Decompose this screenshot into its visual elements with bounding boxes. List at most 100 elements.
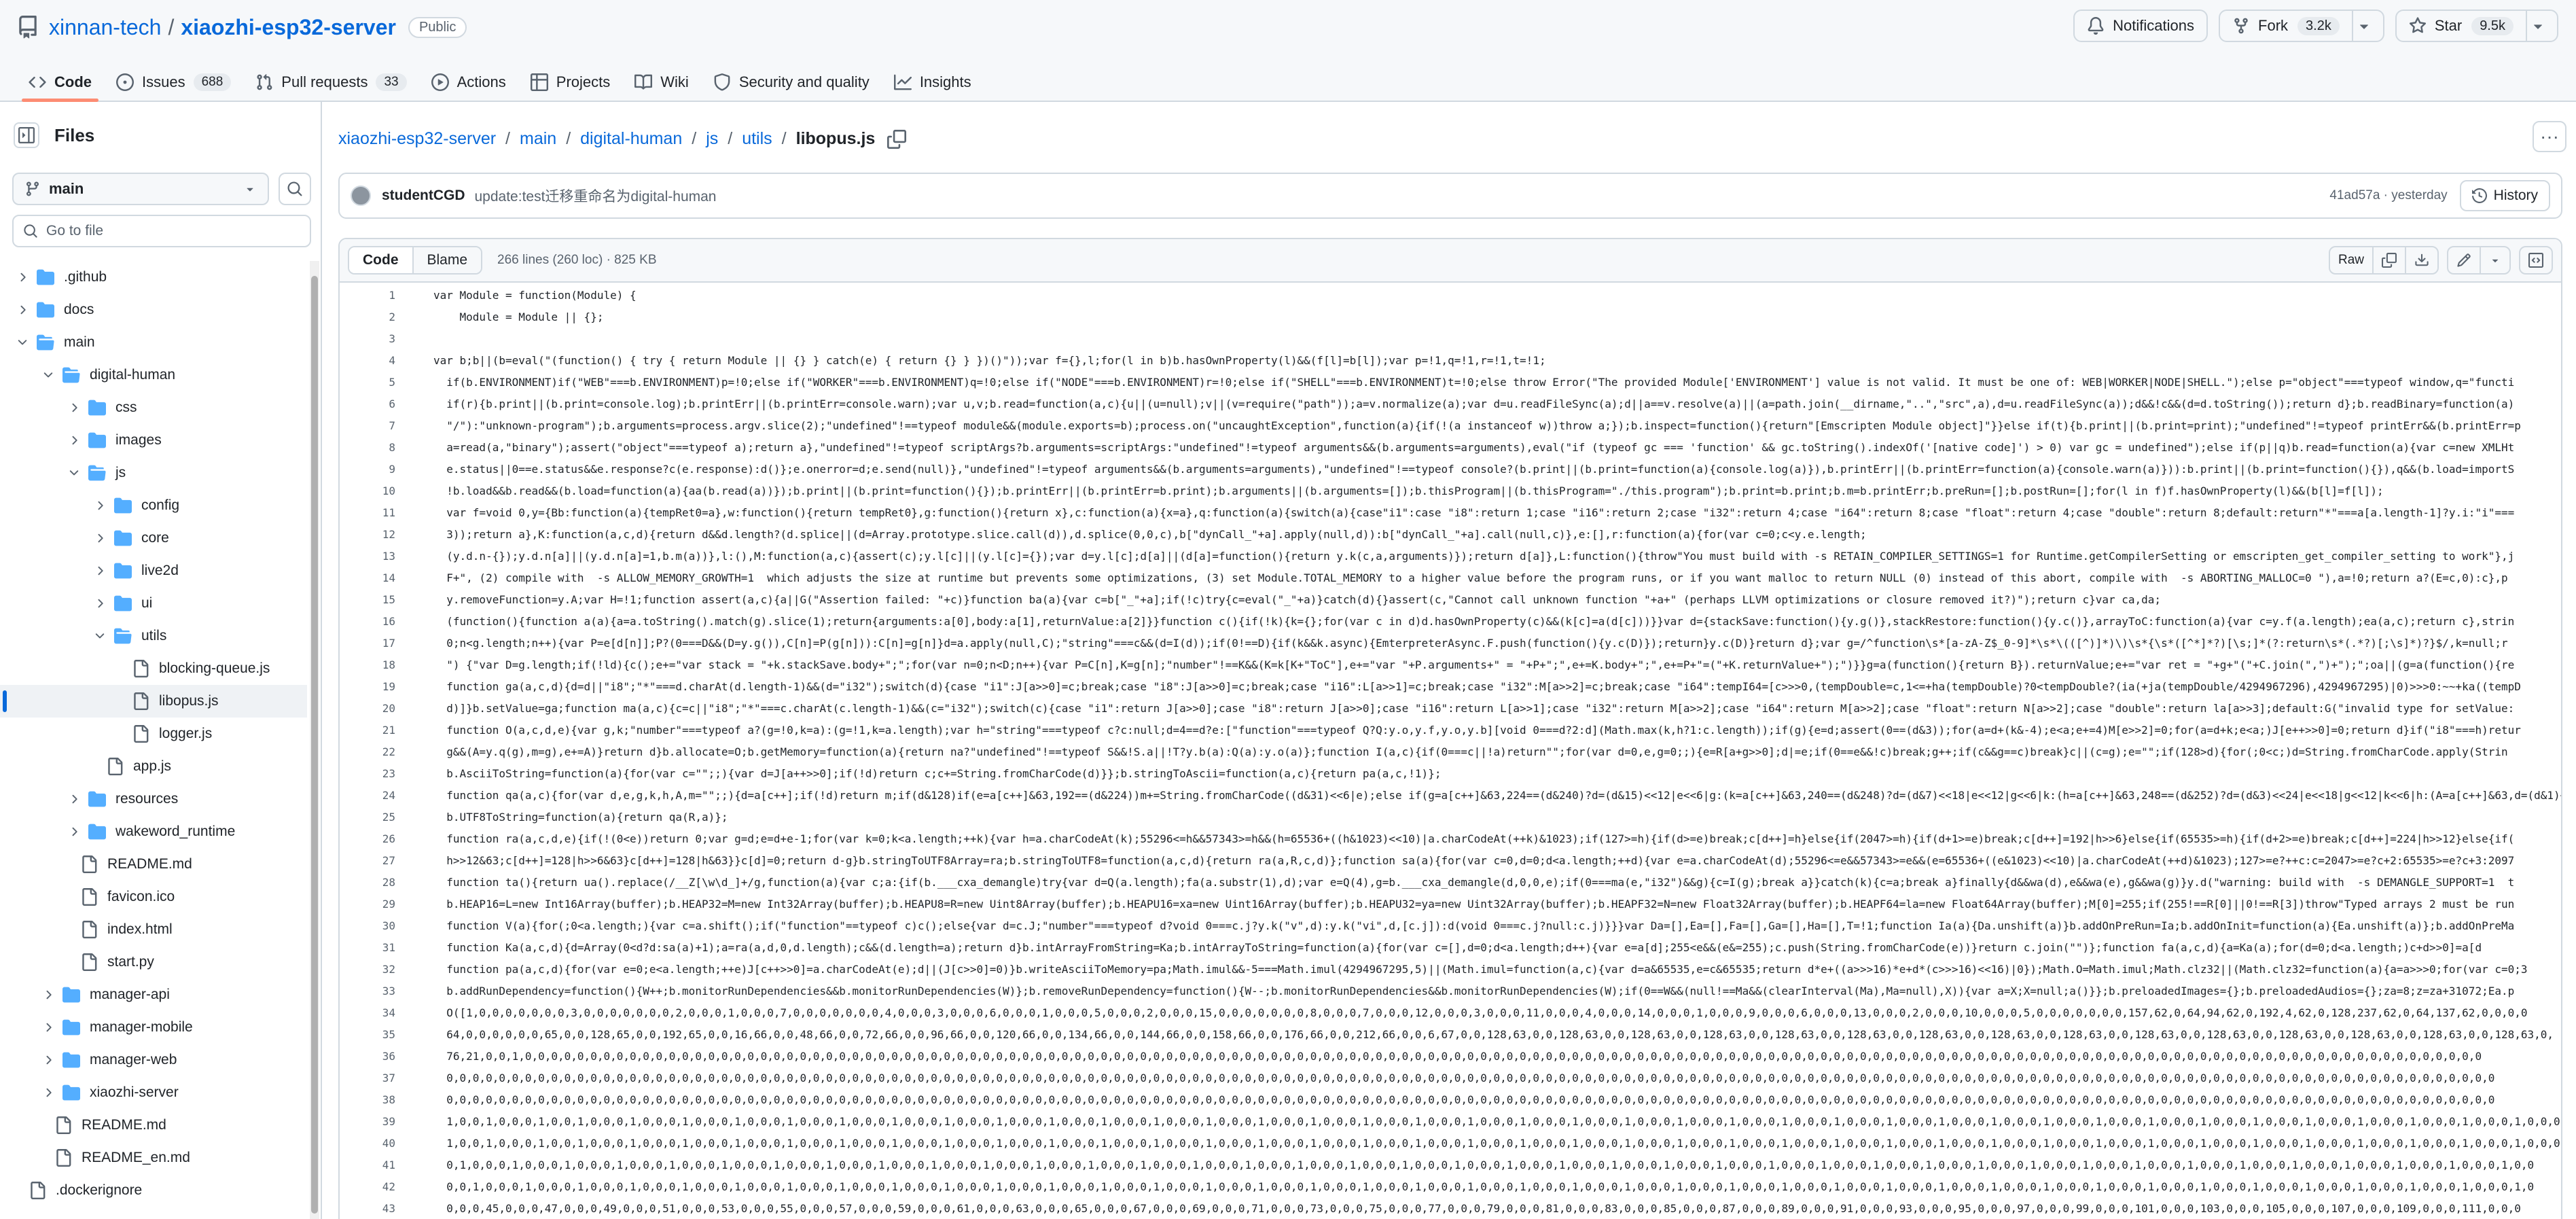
chevron-down-icon[interactable] [91, 627, 109, 645]
scrollbar-thumb[interactable] [311, 276, 318, 1214]
tab-code[interactable]: Code [16, 63, 104, 102]
line-number[interactable]: 3 [340, 332, 395, 345]
chevron-right-icon[interactable] [91, 529, 109, 547]
line-number[interactable]: 2 [340, 311, 395, 323]
line-number[interactable]: 37 [340, 1072, 395, 1084]
chevron-down-icon[interactable] [39, 366, 57, 384]
tree-file[interactable]: .dockerignore [0, 1174, 307, 1207]
chevron-down-icon[interactable] [14, 334, 31, 351]
chevron-right-icon[interactable] [39, 1051, 57, 1069]
line-number[interactable]: 27 [340, 854, 395, 867]
line-number[interactable]: 1 [340, 289, 395, 302]
tree-file[interactable]: blocking-queue.js [0, 652, 307, 685]
line-number[interactable]: 26 [340, 832, 395, 845]
breadcrumb-js[interactable]: js [706, 129, 718, 149]
breadcrumb-utils[interactable]: utils [742, 129, 772, 149]
chevron-right-icon[interactable] [39, 1084, 57, 1101]
tree-folder[interactable]: docs [0, 294, 307, 326]
line-number[interactable]: 9 [340, 463, 395, 476]
line-number[interactable]: 22 [340, 745, 395, 758]
line-number[interactable]: 16 [340, 615, 395, 628]
tab-projects[interactable]: Projects [518, 63, 622, 102]
line-number[interactable]: 19 [340, 680, 395, 693]
tree-file[interactable]: index.html [0, 913, 307, 946]
tab-security[interactable]: Security and quality [701, 63, 882, 102]
line-number[interactable]: 38 [340, 1093, 395, 1106]
chevron-right-icon[interactable] [65, 823, 83, 841]
chevron-down-icon[interactable] [65, 464, 83, 482]
line-number[interactable]: 28 [340, 876, 395, 889]
line-number[interactable]: 12 [340, 528, 395, 541]
symbols-panel-button[interactable] [2520, 247, 2552, 273]
tree-folder[interactable]: css [0, 391, 307, 424]
more-options-button[interactable]: ··· [2533, 121, 2566, 152]
notifications-button[interactable]: Notifications [2073, 10, 2208, 42]
chevron-right-icon[interactable] [39, 1019, 57, 1036]
tab-wiki[interactable]: Wiki [622, 63, 701, 102]
star-button[interactable]: Star 9.5k [2397, 11, 2527, 41]
line-number[interactable]: 33 [340, 985, 395, 997]
tree-file[interactable]: libopus.js [0, 685, 307, 718]
line-number[interactable]: 35 [340, 1028, 395, 1041]
line-number[interactable]: 14 [340, 571, 395, 584]
go-to-file-input[interactable]: Go to file [12, 215, 311, 247]
raw-button[interactable]: Raw [2330, 247, 2374, 273]
line-number[interactable]: 34 [340, 1006, 395, 1019]
tab-insights[interactable]: Insights [882, 63, 984, 102]
avatar[interactable] [351, 186, 371, 206]
tree-folder[interactable]: main [0, 326, 307, 359]
line-number[interactable]: 13 [340, 550, 395, 563]
line-number[interactable]: 25 [340, 811, 395, 824]
line-number[interactable]: 6 [340, 398, 395, 410]
line-number[interactable]: 18 [340, 658, 395, 671]
tree-file[interactable]: README.md [0, 848, 307, 881]
chevron-right-icon[interactable] [91, 497, 109, 514]
branch-selector[interactable]: main [12, 173, 269, 205]
line-number[interactable]: 23 [340, 767, 395, 780]
line-number[interactable]: 39 [340, 1115, 395, 1128]
tab-actions[interactable]: Actions [419, 63, 518, 102]
tree-folder[interactable]: resources [0, 783, 307, 815]
search-files-button[interactable] [279, 173, 311, 205]
chevron-right-icon[interactable] [39, 986, 57, 1004]
line-number[interactable]: 43 [340, 1202, 395, 1215]
chevron-right-icon[interactable] [14, 268, 31, 286]
fork-dropdown-button[interactable] [2353, 11, 2383, 41]
copy-raw-button[interactable] [2374, 247, 2406, 273]
line-number[interactable]: 32 [340, 963, 395, 976]
breadcrumb-repo[interactable]: xiaozhi-esp32-server [338, 129, 496, 149]
tree-folder[interactable]: ui [0, 587, 307, 620]
line-number[interactable]: 24 [340, 789, 395, 802]
copy-path-icon[interactable] [887, 129, 907, 149]
line-number[interactable]: 11 [340, 506, 395, 519]
chevron-right-icon[interactable] [91, 595, 109, 612]
line-number[interactable]: 21 [340, 724, 395, 737]
chevron-right-icon[interactable] [65, 790, 83, 808]
line-number[interactable]: 7 [340, 419, 395, 432]
line-number[interactable]: 29 [340, 898, 395, 911]
edit-dropdown-button[interactable] [2481, 247, 2509, 273]
line-number[interactable]: 17 [340, 637, 395, 650]
line-number[interactable]: 40 [340, 1137, 395, 1150]
commit-author[interactable]: studentCGD [382, 188, 465, 204]
file-tree-scrollbar[interactable] [310, 261, 319, 1219]
line-number[interactable]: 20 [340, 702, 395, 715]
breadcrumb-digital-human[interactable]: digital-human [580, 129, 682, 149]
commit-hash-time[interactable]: 41ad57a · yesterday [2329, 188, 2447, 203]
tree-file[interactable]: README_en.md [0, 1142, 307, 1174]
fork-button[interactable]: Fork 3.2k [2220, 11, 2353, 41]
tree-folder[interactable]: wakeword_runtime [0, 815, 307, 848]
breadcrumb-main[interactable]: main [520, 129, 556, 149]
line-number[interactable]: 10 [340, 484, 395, 497]
chevron-right-icon[interactable] [65, 431, 83, 449]
tree-file[interactable]: README.md [0, 1109, 307, 1142]
chevron-right-icon[interactable] [14, 301, 31, 319]
tree-file[interactable]: app.js [0, 750, 307, 783]
chevron-right-icon[interactable] [91, 562, 109, 580]
tree-file[interactable]: logger.js [0, 718, 307, 750]
line-number[interactable]: 5 [340, 376, 395, 389]
blame-view-button[interactable]: Blame [413, 247, 482, 273]
repo-owner-link[interactable]: xinnan-tech [49, 15, 161, 40]
line-number[interactable]: 4 [340, 354, 395, 367]
code-view-button[interactable]: Code [349, 247, 414, 273]
